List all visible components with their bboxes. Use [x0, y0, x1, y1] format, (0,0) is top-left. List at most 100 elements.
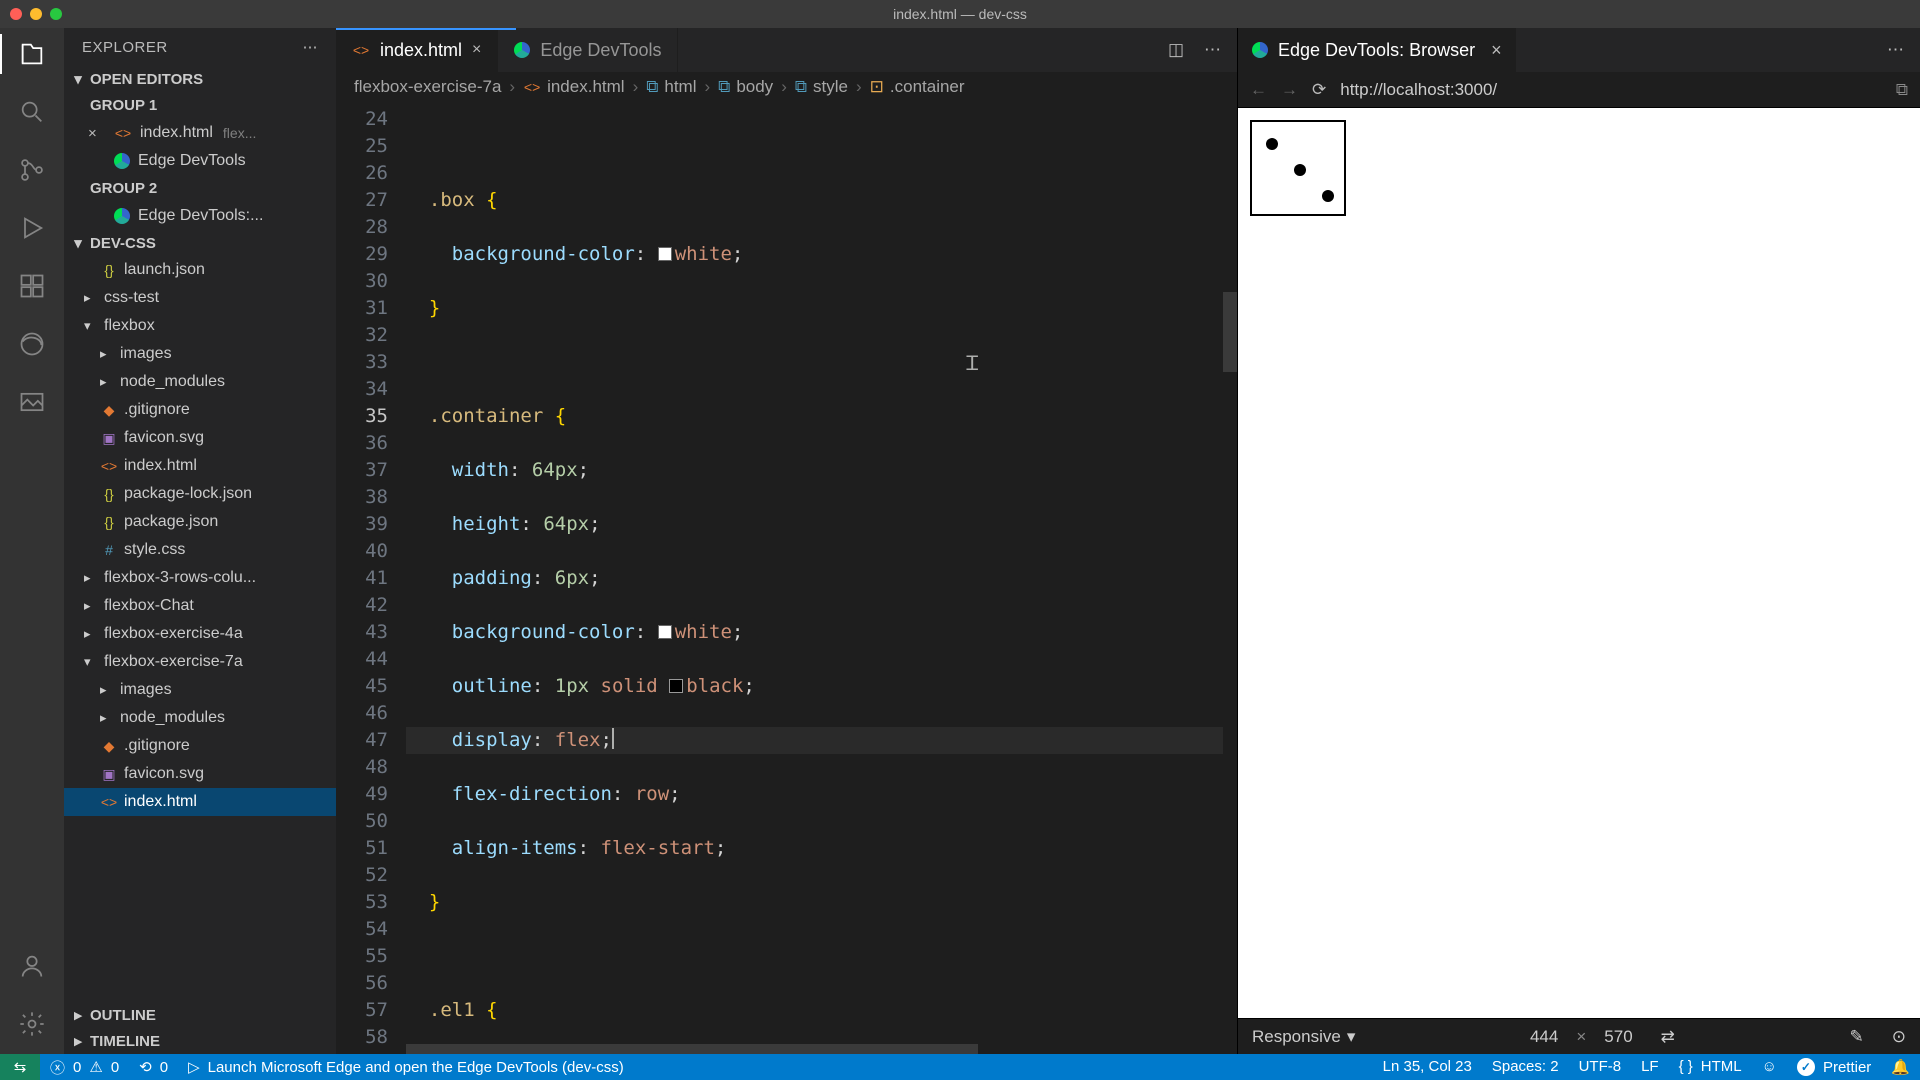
minimize-window[interactable]	[30, 8, 42, 20]
close-icon[interactable]: ×	[88, 125, 106, 142]
edge-icon	[114, 208, 130, 224]
sidebar-title: EXPLORER	[82, 39, 168, 56]
minimap-scrollbar[interactable]	[1223, 102, 1237, 1054]
ports-status[interactable]: ⟲0	[129, 1054, 178, 1080]
file-gitignore[interactable]: ◆.gitignore	[64, 396, 336, 424]
reload-icon[interactable]: ⟳	[1312, 80, 1326, 100]
folder-header[interactable]: ▾ DEV-CSS	[64, 230, 336, 256]
edit-icon[interactable]: ✎	[1850, 1027, 1864, 1047]
run-debug-icon[interactable]	[16, 212, 48, 244]
group-1-label: GROUP 1	[64, 92, 336, 119]
html-file-icon: <>	[100, 794, 118, 810]
open-editor-edge-browser[interactable]: Edge DevTools:...	[64, 202, 336, 230]
cursor-position[interactable]: Ln 35, Col 23	[1373, 1058, 1482, 1075]
breadcrumbs[interactable]: flexbox-exercise-7a› <>index.html› ⧉html…	[336, 72, 1237, 102]
code-content[interactable]: .box { background-color: white; } .conta…	[406, 102, 1237, 1054]
launch-config[interactable]: ▷ Launch Microsoft Edge and open the Edg…	[178, 1054, 634, 1080]
preview-frame[interactable]	[1238, 108, 1920, 1018]
more-actions-icon[interactable]: ⋯	[1204, 40, 1221, 60]
close-tab-icon[interactable]: ×	[472, 41, 481, 59]
remote-button[interactable]: ⇆	[0, 1054, 40, 1080]
outline-header[interactable]: ▸ OUTLINE	[64, 1002, 336, 1028]
open-external-icon[interactable]: ⧉	[1896, 80, 1908, 100]
folder-node-modules-2[interactable]: ▸node_modules	[64, 704, 336, 732]
tab-edge-browser[interactable]: Edge DevTools: Browser ×	[1238, 28, 1516, 72]
timeline-header[interactable]: ▸ TIMELINE	[64, 1028, 336, 1054]
dot-1	[1266, 138, 1278, 150]
device-width[interactable]: 444	[1530, 1027, 1558, 1047]
debug-icon: ▷	[188, 1058, 200, 1076]
folder-flexbox-chat[interactable]: ▸flexbox-Chat	[64, 592, 336, 620]
file-favicon[interactable]: ▣favicon.svg	[64, 424, 336, 452]
back-icon[interactable]: ←	[1250, 80, 1267, 100]
breadcrumb-body[interactable]: ⧉body	[718, 77, 773, 97]
chevron-right-icon: ▸	[70, 1006, 86, 1024]
open-editors-header[interactable]: ▾ OPEN EDITORS	[64, 66, 336, 92]
tab-index-html[interactable]: <> index.html ×	[336, 28, 498, 72]
file-gitignore-2[interactable]: ◆.gitignore	[64, 732, 336, 760]
chevron-right-icon: ▸	[84, 626, 98, 642]
prettier-status[interactable]: ✓ Prettier	[1787, 1058, 1881, 1076]
activity-bar	[0, 28, 64, 1054]
file-launch-json[interactable]: {}launch.json	[64, 256, 336, 284]
dot-2	[1294, 164, 1306, 176]
device-height[interactable]: 570	[1604, 1027, 1632, 1047]
file-style[interactable]: #style.css	[64, 536, 336, 564]
tab-bar: <> index.html × Edge DevTools ◫ ⋯	[336, 28, 1237, 72]
breadcrumb-file[interactable]: <>index.html	[523, 77, 624, 97]
code-editor[interactable]: 2425262728293031323334353637383940414243…	[336, 102, 1237, 1054]
close-window[interactable]	[10, 8, 22, 20]
search-icon[interactable]	[16, 96, 48, 128]
indentation[interactable]: Spaces: 2	[1482, 1058, 1569, 1075]
breadcrumb-style[interactable]: ⧉style	[795, 77, 848, 97]
breadcrumb-folder[interactable]: flexbox-exercise-7a	[354, 77, 501, 97]
split-editor-icon[interactable]: ◫	[1168, 40, 1184, 60]
rotate-icon[interactable]: ⇄	[1661, 1027, 1675, 1047]
folder-flexbox-3-rows[interactable]: ▸flexbox-3-rows-colu...	[64, 564, 336, 592]
file-favicon-2[interactable]: ▣favicon.svg	[64, 760, 336, 788]
accounts-icon[interactable]	[16, 950, 48, 982]
more-actions-icon[interactable]: ⋯	[1887, 40, 1904, 60]
url-input[interactable]: http://localhost:3000/	[1340, 80, 1882, 100]
open-editor-index[interactable]: × <> index.html flex...	[64, 119, 336, 147]
file-package-lock[interactable]: {}package-lock.json	[64, 480, 336, 508]
open-editor-edge[interactable]: Edge DevTools	[64, 147, 336, 175]
folder-flexbox-4a[interactable]: ▸flexbox-exercise-4a	[64, 620, 336, 648]
device-select[interactable]: Responsive ▾	[1252, 1027, 1355, 1047]
encoding[interactable]: UTF-8	[1569, 1058, 1632, 1075]
source-control-icon[interactable]	[16, 154, 48, 186]
folder-css-test[interactable]: ▸css-test	[64, 284, 336, 312]
eol[interactable]: LF	[1631, 1058, 1669, 1075]
breadcrumb-html[interactable]: ⧉html	[646, 77, 696, 97]
problems-status[interactable]: ⓧ0 ⚠0	[40, 1054, 129, 1080]
tab-edge-devtools[interactable]: Edge DevTools	[498, 28, 678, 72]
image-activity-icon[interactable]	[16, 386, 48, 418]
breadcrumb-container[interactable]: ⊡.container	[870, 77, 965, 97]
chevron-right-icon: ▸	[100, 374, 114, 390]
edge-activity-icon[interactable]	[16, 328, 48, 360]
device-toolbar: Responsive ▾ 444 × 570 ⇄ ✎ ⊙	[1238, 1018, 1920, 1054]
forward-icon[interactable]: →	[1281, 80, 1298, 100]
horizontal-scrollbar[interactable]	[406, 1044, 1223, 1054]
explorer-icon[interactable]	[16, 38, 48, 70]
folder-images-2[interactable]: ▸images	[64, 676, 336, 704]
maximize-window[interactable]	[50, 8, 62, 20]
sidebar-more-icon[interactable]: ⋯	[303, 38, 319, 56]
line-gutter: 2425262728293031323334353637383940414243…	[336, 102, 406, 1054]
tweet-feedback-icon[interactable]: ☺	[1752, 1058, 1787, 1075]
file-index[interactable]: <>index.html	[64, 452, 336, 480]
file-index-2[interactable]: <>index.html	[64, 788, 336, 816]
folder-node-modules[interactable]: ▸node_modules	[64, 368, 336, 396]
folder-flexbox[interactable]: ▾flexbox	[64, 312, 336, 340]
close-tab-icon[interactable]: ×	[1491, 40, 1502, 61]
language-mode[interactable]: { } HTML	[1669, 1058, 1752, 1075]
folder-images[interactable]: ▸images	[64, 340, 336, 368]
extensions-icon[interactable]	[16, 270, 48, 302]
screenshot-icon[interactable]: ⊙	[1892, 1027, 1906, 1047]
file-package[interactable]: {}package.json	[64, 508, 336, 536]
notifications-icon[interactable]: 🔔	[1881, 1058, 1920, 1076]
folder-flexbox-7a[interactable]: ▾flexbox-exercise-7a	[64, 648, 336, 676]
sidebar: EXPLORER ⋯ ▾ OPEN EDITORS GROUP 1 × <> i…	[64, 28, 336, 1054]
settings-icon[interactable]	[16, 1008, 48, 1040]
window-controls	[10, 8, 62, 20]
